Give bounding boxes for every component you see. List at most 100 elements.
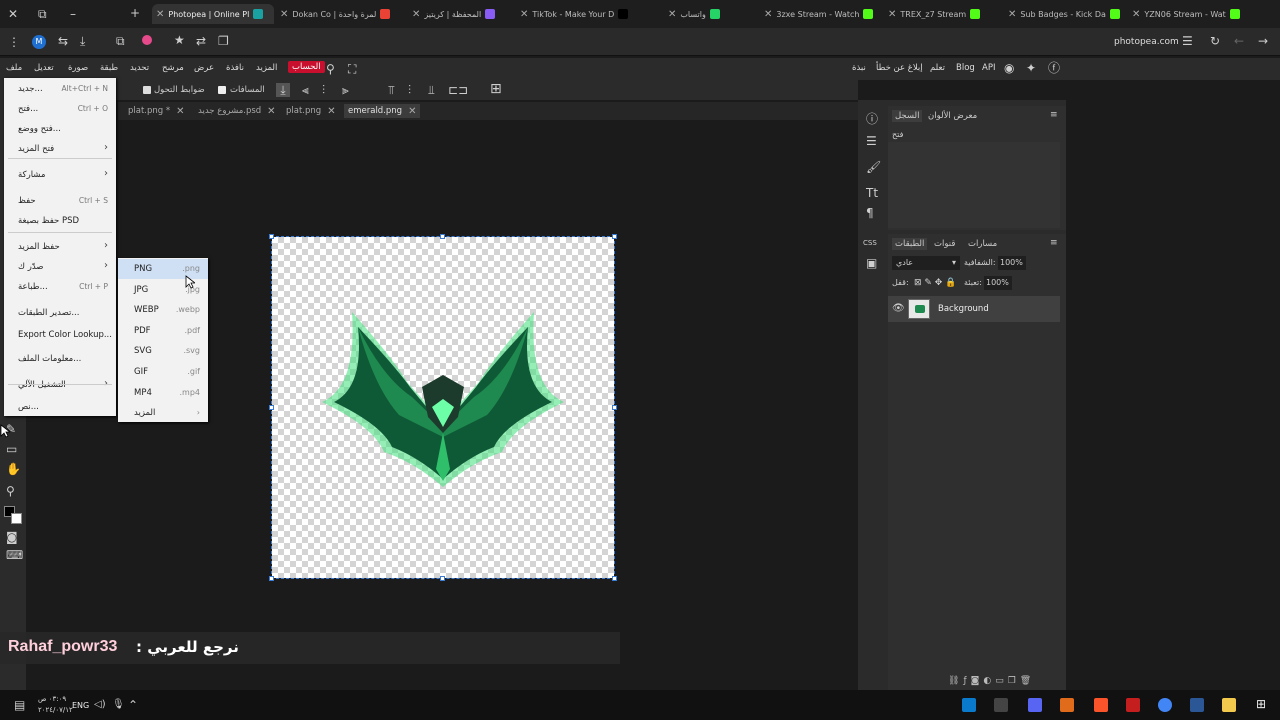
export-format-item[interactable]: المزيد › — [118, 403, 208, 423]
menu-layer[interactable]: طبقة — [100, 63, 118, 73]
export-format-item[interactable]: WEBP .webp — [118, 300, 208, 320]
close-icon[interactable]: ✕ — [1132, 9, 1140, 20]
doc-tab-active[interactable]: emerald.png ✕ — [344, 104, 421, 118]
info-icon[interactable]: ⓘ — [866, 112, 878, 126]
align-top-icon[interactable]: ⫪ — [388, 83, 395, 97]
back-icon[interactable]: ← — [1234, 34, 1244, 48]
mask-icon[interactable]: ◙ — [971, 676, 984, 686]
app-blue-icon[interactable] — [1190, 698, 1204, 712]
distances-checkbox[interactable] — [218, 86, 226, 94]
cast-icon[interactable]: ⇄ — [196, 34, 206, 48]
grid-icon[interactable]: ⊞ — [490, 82, 502, 96]
file-menu-item[interactable]: مشاركة › — [4, 166, 116, 184]
extension-pink-icon[interactable] — [142, 35, 152, 45]
file-menu-item[interactable]: معلومات الملف... — [4, 350, 116, 368]
align-right-icon[interactable]: ⫸ — [342, 83, 349, 97]
tab-channels[interactable]: قنوات — [934, 239, 955, 249]
menu-learn[interactable]: تعلم — [930, 63, 945, 73]
copy-icon[interactable]: ❐ — [218, 34, 229, 48]
menu-about[interactable]: نبذة — [852, 63, 866, 73]
close-icon[interactable]: ✕ — [764, 9, 772, 20]
css-icon[interactable]: CSS — [863, 236, 877, 250]
image-icon[interactable]: ▣ — [866, 256, 877, 270]
menu-edit[interactable]: تعديل — [34, 63, 54, 73]
browser-tab[interactable]: ✕ TikTok - Make Your D — [516, 4, 640, 24]
menu-filter[interactable]: مرشح — [162, 63, 184, 73]
language-indicator[interactable]: ENG — [72, 701, 89, 710]
reddit-icon[interactable]: ◉ — [1004, 61, 1014, 75]
file-menu-item[interactable]: التشغيل الآلي› — [4, 376, 116, 394]
folder-icon[interactable]: ▭ — [995, 676, 1008, 686]
character-icon[interactable]: Tt — [866, 186, 878, 200]
share-icon[interactable]: ⧉ — [116, 34, 125, 48]
forward-icon[interactable]: → — [1258, 34, 1268, 48]
export-format-item[interactable]: PDF .pdf — [118, 321, 208, 341]
menu-more[interactable]: المزيد — [256, 63, 277, 73]
export-format-item[interactable]: MP4 .mp4 — [118, 383, 208, 403]
doc-tab[interactable]: plat.png * ✕ — [128, 104, 185, 118]
file-menu-item[interactable]: نص... — [4, 398, 116, 416]
search-icon[interactable]: ⚲ — [326, 62, 335, 76]
link-icon[interactable]: ⛓ — [948, 676, 963, 686]
paragraph-icon[interactable]: ¶ — [866, 206, 874, 220]
adjustment-icon[interactable]: ◐ — [983, 676, 995, 686]
menu-view[interactable]: عرض — [194, 63, 214, 73]
align-left-icon[interactable]: ⫷ — [302, 83, 309, 97]
site-settings-icon[interactable]: ☰ — [1182, 34, 1193, 48]
menu-dots-icon[interactable]: ⋮ — [8, 35, 20, 49]
close-icon[interactable]: ✕ — [888, 9, 896, 20]
file-menu-item[interactable]: صدّر ك › — [4, 258, 116, 276]
file-menu-item[interactable]: فتح ووضع... — [4, 120, 116, 138]
download-icon[interactable]: ⤓ — [276, 83, 290, 97]
browser-tab[interactable]: ✕ 3zxe Stream - Watch — [760, 4, 880, 24]
panel-menu-icon[interactable]: ≡ — [1050, 108, 1058, 122]
shape-tool-icon[interactable]: ▭ — [6, 442, 17, 456]
chevron-up-icon[interactable]: ⌃ — [128, 698, 138, 712]
reload-icon[interactable]: ↻ — [1210, 34, 1220, 48]
menu-blog[interactable]: Blog — [956, 63, 975, 73]
distribute-icon[interactable]: ⊏⊐ — [448, 83, 468, 97]
fill-input[interactable]: 100% — [984, 276, 1012, 290]
export-format-item[interactable]: GIF .gif — [118, 362, 208, 382]
opacity-input[interactable]: 100% — [998, 256, 1026, 270]
tab-search-icon[interactable]: ⧉ — [38, 7, 47, 21]
quick-mask-icon[interactable]: ◙ — [6, 530, 18, 544]
brush-icon[interactable]: 🖌 — [866, 160, 881, 174]
file-menu-item[interactable]: حفظ المزيد › — [4, 238, 116, 256]
discord-icon[interactable] — [1028, 698, 1042, 712]
close-icon[interactable]: ✕ — [156, 9, 164, 20]
browser-tab[interactable]: ✕ Sub Badges - Kick Da — [1004, 4, 1124, 24]
close-icon[interactable]: ✕ — [412, 9, 420, 20]
close-icon[interactable]: ✕ — [280, 9, 288, 20]
lock-icon[interactable]: ⊠ ✎ ✥ 🔒 — [914, 276, 956, 290]
file-menu-item[interactable]: حفظ Ctrl + S — [4, 192, 116, 210]
file-explorer-icon[interactable] — [1222, 698, 1236, 712]
new-layer-icon[interactable]: ❐ — [1008, 676, 1020, 686]
file-menu-item[interactable]: جديد... Alt+Ctrl + N — [4, 80, 116, 98]
brave-icon[interactable] — [1094, 698, 1108, 712]
file-menu-item[interactable]: حفظ بصيغة PSD — [4, 212, 116, 230]
document-canvas[interactable] — [269, 234, 617, 581]
volume-icon[interactable]: ◁) — [94, 698, 106, 712]
doc-tab[interactable]: plat.png ✕ — [286, 104, 336, 118]
menu-file[interactable]: ملف — [6, 63, 22, 73]
facebook-icon[interactable]: ⓕ — [1048, 61, 1060, 75]
file-menu-item[interactable]: Export Color Lookup... — [4, 326, 116, 344]
tab-history[interactable]: السجل — [892, 110, 923, 122]
align-center-icon[interactable]: ⫶ — [322, 83, 325, 97]
menu-report-bug[interactable]: إبلاغ عن خطأ — [876, 63, 923, 73]
browser-tab-active[interactable]: ✕ Photopea | Online Pl — [152, 4, 274, 24]
bookmark-star-icon[interactable]: ★ — [174, 33, 185, 47]
window-close-icon[interactable]: ✕ — [8, 7, 18, 21]
notification-icon[interactable]: ▤ — [14, 698, 25, 712]
mic-icon[interactable]: 🎙 — [112, 698, 125, 712]
tab-swatches[interactable]: معرض الألوان — [928, 111, 977, 121]
download-icon[interactable]: ⤓ — [80, 34, 85, 48]
close-icon[interactable]: ✕ — [176, 106, 184, 117]
transform-controls-checkbox[interactable] — [143, 86, 151, 94]
extensions-icon[interactable]: ⇆ — [58, 34, 68, 48]
close-icon[interactable]: ✕ — [520, 9, 528, 20]
vscode-icon[interactable] — [962, 698, 976, 712]
close-icon[interactable]: ✕ — [408, 106, 416, 117]
screen-mode-icon[interactable]: ⌨ — [6, 548, 23, 562]
